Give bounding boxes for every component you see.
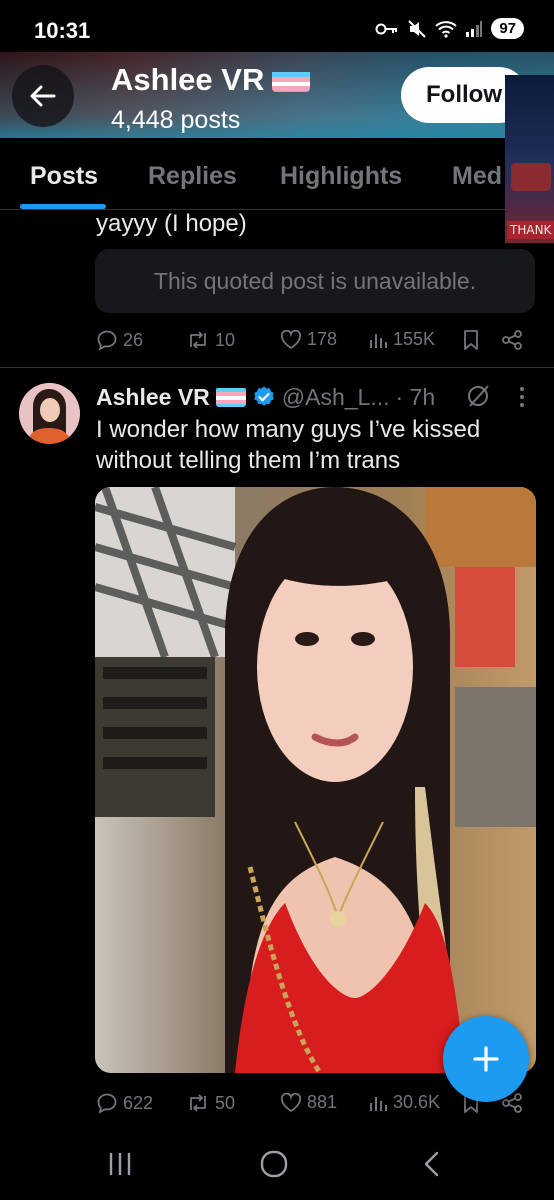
posts-count: 4,448 posts [111, 106, 241, 134]
repost-icon [190, 331, 206, 349]
mute-icon [408, 19, 427, 38]
back-button[interactable] [12, 65, 74, 127]
like-count: 178 [307, 329, 338, 349]
back-nav-icon[interactable] [418, 1150, 446, 1178]
views-icon [370, 1096, 387, 1111]
grok-icon[interactable] [465, 383, 491, 409]
heart-icon [280, 1092, 302, 1112]
tweet-text: I wonder how many guys I’ve kissed witho… [96, 416, 481, 474]
views-icon [370, 333, 387, 348]
bookmark-icon [464, 330, 478, 350]
tab-posts[interactable]: Posts [30, 162, 98, 191]
repost-count: 50 [215, 1092, 236, 1113]
pip-caption: THANK [507, 221, 554, 239]
reply-button[interactable]: 26 [96, 329, 143, 351]
profile-tabs: Posts Replies Highlights Med [0, 138, 554, 210]
recent-apps-icon[interactable] [106, 1150, 134, 1178]
tweet-text: yayyy (I hope) [96, 210, 247, 237]
tweet-time: · 7h [395, 383, 436, 410]
avatar[interactable] [19, 383, 80, 444]
trans-flag-icon [272, 68, 311, 92]
tweet-header: Ashlee VR @Ash_L... · 7h [96, 382, 435, 412]
profile-name: Ashlee VR [111, 62, 311, 98]
signal-icon [466, 20, 483, 37]
compose-post-button[interactable] [443, 1016, 529, 1102]
tweet-photo[interactable] [95, 487, 536, 1073]
wifi-icon [435, 20, 457, 38]
bookmark-button[interactable] [462, 329, 480, 351]
avatar-image [19, 383, 80, 444]
like-button[interactable]: 178 [280, 329, 337, 350]
reply-button[interactable]: 622 [96, 1092, 153, 1114]
view-count: 30.6K [393, 1092, 441, 1112]
tab-media[interactable]: Med [452, 162, 502, 191]
reply-icon [97, 1093, 117, 1114]
profile-header: Ashlee VR 4,448 posts Follow [0, 52, 554, 138]
like-button[interactable]: 881 [280, 1092, 337, 1113]
tab-highlights[interactable]: Highlights [280, 162, 402, 191]
view-count: 155K [393, 329, 436, 349]
reply-icon [97, 330, 117, 351]
reply-count: 622 [123, 1092, 154, 1113]
status-time: 10:31 [34, 18, 91, 43]
author-handle[interactable]: @Ash_L... [282, 384, 390, 411]
status-bar: 10:31 97 [0, 0, 554, 52]
views-button[interactable]: 155K [368, 329, 435, 350]
like-count: 881 [307, 1092, 338, 1112]
pip-video-overlay[interactable]: THANK [505, 75, 554, 243]
pip-video-frame [511, 163, 551, 191]
status-icons: 97 [375, 18, 524, 39]
key-icon [375, 23, 398, 34]
share-button[interactable] [500, 329, 524, 351]
plus-icon [473, 1046, 499, 1072]
tab-replies[interactable]: Replies [148, 162, 237, 191]
battery-badge: 97 [491, 18, 524, 39]
selfie-image [95, 487, 536, 1073]
repost-count: 10 [215, 329, 236, 350]
verified-badge-icon [254, 386, 274, 406]
tweet-divider [0, 367, 554, 368]
active-tab-indicator [20, 204, 106, 209]
quoted-post-notice: This quoted post is unavailable. [153, 267, 477, 294]
home-icon[interactable] [260, 1150, 288, 1178]
trans-flag-icon [215, 387, 246, 407]
heart-icon [280, 329, 302, 349]
tweet-actions: 26 10 178 155K [96, 326, 536, 356]
repost-button[interactable]: 50 [186, 1092, 235, 1114]
share-icon [502, 330, 522, 350]
author-name[interactable]: Ashlee VR [96, 384, 210, 411]
profile-name-text: Ashlee VR [111, 62, 265, 97]
views-button[interactable]: 30.6K [368, 1092, 440, 1113]
repost-button[interactable]: 10 [186, 329, 235, 351]
arrow-left-icon [30, 85, 56, 107]
more-options-icon[interactable] [512, 384, 532, 410]
repost-icon [190, 1094, 206, 1112]
quoted-post-unavailable[interactable]: This quoted post is unavailable. [95, 249, 535, 313]
system-nav-bar [0, 1128, 554, 1200]
reply-count: 26 [123, 329, 144, 350]
